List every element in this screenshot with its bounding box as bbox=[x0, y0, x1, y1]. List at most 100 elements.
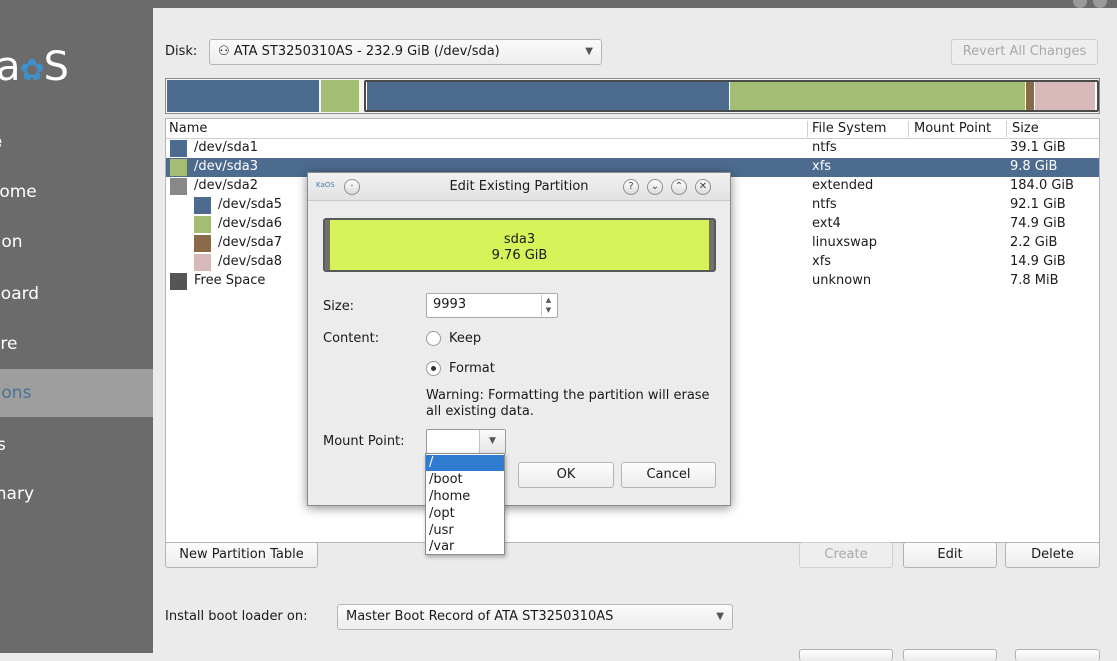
mount-option[interactable]: /var bbox=[426, 539, 504, 555]
mount-option[interactable]: /opt bbox=[426, 506, 504, 522]
bar-segment-sda5[interactable] bbox=[367, 82, 729, 110]
close-icon[interactable]: ✕ bbox=[695, 179, 711, 195]
dialog-titlebar[interactable]: KaOS · Edit Existing Partition ? ⌄ ⌃ ✕ bbox=[308, 173, 730, 201]
ok-button[interactable]: OK bbox=[518, 462, 614, 488]
col-fs-header[interactable]: File System bbox=[812, 121, 886, 136]
size-value: 9993 bbox=[433, 297, 467, 312]
partition-size: 9.76 GiB bbox=[491, 248, 548, 263]
mount-option[interactable]: /boot bbox=[426, 472, 504, 488]
color-swatch bbox=[194, 216, 211, 233]
disk-select-value: ATA ST3250310AS - 232.9 GiB (/dev/sda) bbox=[233, 44, 500, 59]
bar-segment-sda3[interactable] bbox=[321, 80, 359, 112]
keep-radio[interactable] bbox=[426, 331, 441, 346]
resize-handle-right[interactable] bbox=[709, 220, 714, 270]
size-spinbox[interactable]: 9993 ▲ ▼ bbox=[426, 293, 558, 318]
bar-segment-sda1[interactable] bbox=[167, 80, 319, 112]
logo-text: a bbox=[0, 44, 20, 90]
sidebar-item-welcome-header: e bbox=[0, 118, 153, 166]
row-fs: unknown bbox=[812, 273, 872, 288]
chevron-down-icon: ▼ bbox=[585, 46, 593, 57]
mount-option[interactable]: /home bbox=[426, 489, 504, 505]
sidebar-item-summary[interactable]: mary bbox=[0, 470, 153, 518]
row-fs: linuxswap bbox=[812, 235, 878, 250]
mount-point-combo[interactable]: ▼ bbox=[426, 429, 506, 454]
window-top-strip bbox=[0, 0, 1117, 8]
logo-text: S bbox=[43, 44, 69, 90]
mount-option[interactable]: / bbox=[426, 455, 504, 471]
column-divider bbox=[807, 121, 808, 137]
bar-segment-sda6[interactable] bbox=[730, 82, 1025, 110]
color-swatch bbox=[170, 159, 187, 176]
row-name: /dev/sda3 bbox=[194, 159, 258, 174]
chevron-down-icon: ▼ bbox=[716, 611, 724, 622]
disk-icon: ⚇ bbox=[218, 44, 234, 59]
window-control-icon[interactable] bbox=[1093, 0, 1107, 8]
sidebar: a✿S e come tion board are tions rs mary bbox=[0, 8, 153, 653]
row-name: /dev/sda5 bbox=[218, 197, 282, 212]
col-size-header[interactable]: Size bbox=[1012, 121, 1039, 136]
col-name-header[interactable]: Name bbox=[169, 121, 207, 136]
row-name: /dev/sda6 bbox=[218, 216, 282, 231]
row-size: 9.8 GiB bbox=[1010, 159, 1058, 174]
row-fs: ntfs bbox=[812, 197, 837, 212]
color-swatch bbox=[170, 273, 187, 290]
revert-all-button[interactable]: Revert All Changes bbox=[951, 39, 1098, 65]
kaos-logo: a✿S bbox=[0, 44, 69, 90]
minimize-icon[interactable]: ⌄ bbox=[647, 179, 663, 195]
gear-logo-icon: ✿ bbox=[19, 53, 45, 88]
color-swatch bbox=[170, 140, 187, 157]
chevron-down-icon[interactable]: ▼ bbox=[479, 430, 505, 453]
bootloader-select[interactable]: Master Boot Record of ATA ST3250310AS ▼ bbox=[337, 604, 733, 630]
create-button[interactable]: Create bbox=[799, 542, 893, 568]
edit-partition-dialog: KaOS · Edit Existing Partition ? ⌄ ⌃ ✕ s… bbox=[307, 172, 731, 506]
disk-select[interactable]: ⚇ ATA ST3250310AS - 232.9 GiB (/dev/sda)… bbox=[209, 39, 602, 65]
row-size: 2.2 GiB bbox=[1010, 235, 1058, 250]
sidebar-item-hardware[interactable]: are bbox=[0, 320, 153, 368]
mount-point-label: Mount Point: bbox=[323, 434, 405, 449]
color-swatch bbox=[194, 235, 211, 252]
column-divider bbox=[908, 121, 909, 137]
disk-label: Disk: bbox=[165, 44, 198, 59]
partition-name: sda3 bbox=[503, 232, 536, 247]
row-fs: xfs bbox=[812, 254, 832, 269]
row-size: 74.9 GiB bbox=[1010, 216, 1066, 231]
keep-label[interactable]: Keep bbox=[449, 331, 481, 346]
cancel-button[interactable]: Cancel bbox=[621, 462, 716, 488]
back-button[interactable] bbox=[799, 649, 893, 661]
row-name: /dev/sda8 bbox=[218, 254, 282, 269]
help-icon[interactable]: ? bbox=[623, 179, 639, 195]
delete-button[interactable]: Delete bbox=[1005, 542, 1100, 568]
next-button[interactable] bbox=[903, 649, 997, 661]
row-fs: extended bbox=[812, 178, 874, 193]
bootloader-label: Install boot loader on: bbox=[165, 609, 308, 624]
row-name: /dev/sda7 bbox=[218, 235, 282, 250]
cancel-install-button[interactable] bbox=[1015, 649, 1100, 661]
disk-usage-bar bbox=[165, 78, 1100, 114]
window-control-icon[interactable] bbox=[1073, 0, 1087, 8]
row-size: 7.8 MiB bbox=[1010, 273, 1059, 288]
maximize-icon[interactable]: ⌃ bbox=[671, 179, 687, 195]
spin-arrows-icon[interactable]: ▲ ▼ bbox=[541, 295, 555, 316]
col-mount-header[interactable]: Mount Point bbox=[914, 121, 991, 136]
table-header: Name File System Mount Point Size bbox=[166, 119, 1099, 139]
row-name: /dev/sda2 bbox=[194, 178, 258, 193]
mount-option[interactable]: /usr bbox=[426, 523, 504, 539]
sidebar-item-location[interactable]: tion bbox=[0, 218, 153, 266]
format-warning: Warning: Formatting the partition will e… bbox=[426, 388, 710, 419]
bar-segment-sda8[interactable] bbox=[1035, 82, 1095, 110]
edit-button[interactable]: Edit bbox=[903, 542, 997, 568]
bar-segment-sda2[interactable] bbox=[364, 80, 1099, 112]
sidebar-item-welcome[interactable]: come bbox=[0, 168, 153, 216]
color-swatch bbox=[170, 178, 187, 195]
format-label[interactable]: Format bbox=[449, 361, 495, 376]
bar-segment-sda7[interactable] bbox=[1026, 82, 1034, 110]
row-name: /dev/sda1 bbox=[194, 140, 258, 155]
sidebar-item-partitions[interactable]: tions bbox=[0, 369, 153, 417]
sidebar-item-keyboard[interactable]: board bbox=[0, 270, 153, 318]
table-row[interactable]: /dev/sda1 ntfs 39.1 GiB bbox=[166, 139, 1099, 158]
new-partition-table-button[interactable]: New Partition Table bbox=[165, 542, 318, 568]
size-label: Size: bbox=[323, 299, 355, 314]
partition-resize-widget[interactable]: sda3 9.76 GiB bbox=[323, 218, 716, 272]
sidebar-item-users[interactable]: rs bbox=[0, 421, 153, 469]
format-radio[interactable] bbox=[426, 361, 441, 376]
